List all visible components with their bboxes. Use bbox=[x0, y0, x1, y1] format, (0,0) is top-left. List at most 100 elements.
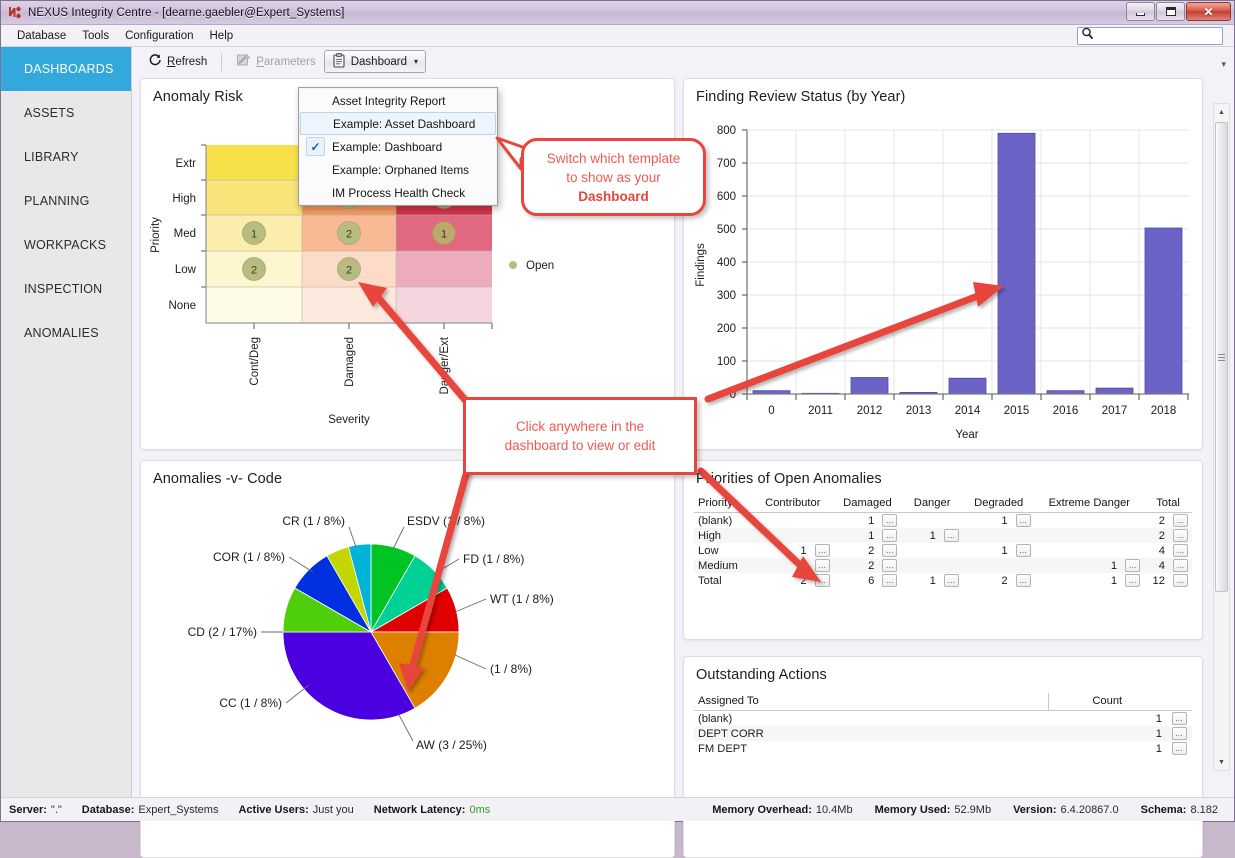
status-schema: Schema: 8.182 bbox=[1141, 804, 1218, 816]
row-detail-button[interactable]: … bbox=[1125, 574, 1141, 587]
sidebar-item-library[interactable]: LIBRARY bbox=[1, 135, 131, 179]
table-row[interactable]: Low 1 … 2 … 1 … 4 … bbox=[694, 543, 1192, 558]
row-detail-button[interactable]: … bbox=[1125, 559, 1141, 572]
sidebar-item-workpacks[interactable]: WORKPACKS bbox=[1, 223, 131, 267]
row-detail-button[interactable]: … bbox=[1173, 544, 1188, 557]
panel-outstanding-actions[interactable]: Outstanding Actions Assigned To Count (b… bbox=[683, 656, 1203, 858]
table-row[interactable]: (blank) 1 … 1 … 2 … bbox=[694, 513, 1192, 529]
toolbar-collapse-icon[interactable]: ▾ bbox=[1221, 59, 1226, 70]
cell-danger bbox=[901, 543, 940, 558]
cell-contributor: 2 bbox=[800, 574, 807, 587]
cell-damaged: 2 bbox=[868, 559, 875, 572]
sidebar-item-inspection[interactable]: INSPECTION bbox=[1, 267, 131, 311]
close-button[interactable]: ✕ bbox=[1186, 2, 1231, 21]
svg-text:Severity: Severity bbox=[328, 414, 370, 426]
row-detail-button[interactable]: … bbox=[814, 574, 830, 587]
window-controls: ✕ bbox=[1126, 2, 1231, 21]
dropdown-item-asset-integrity-report[interactable]: Asset Integrity Report bbox=[300, 89, 496, 112]
row-detail-button[interactable]: … bbox=[882, 529, 898, 542]
row-detail-button[interactable]: … bbox=[814, 559, 830, 572]
row-detail-button[interactable]: … bbox=[1015, 514, 1031, 527]
svg-text:700: 700 bbox=[717, 158, 736, 170]
row-detail-button[interactable]: … bbox=[1173, 514, 1188, 527]
table-row-total[interactable]: Total 2 … 6 … 1 … 2 … 1 … 12 … bbox=[694, 573, 1192, 588]
dropdown-item-label: Example: Asset Dashboard bbox=[333, 116, 476, 131]
svg-text:AW (3 / 25%): AW (3 / 25%) bbox=[416, 738, 487, 752]
row-detail-button[interactable]: … bbox=[882, 574, 898, 587]
row-detail-button[interactable]: … bbox=[1173, 559, 1188, 572]
menu-help[interactable]: Help bbox=[202, 27, 242, 45]
menu-tools[interactable]: Tools bbox=[74, 27, 117, 45]
sidebar-item-anomalies[interactable]: ANOMALIES bbox=[1, 311, 131, 355]
dropdown-item-label: Example: Orphaned Items bbox=[332, 162, 470, 177]
menu-database[interactable]: Database bbox=[9, 27, 74, 45]
row-detail-button[interactable]: … bbox=[943, 574, 959, 587]
scroll-up-icon[interactable]: ▲ bbox=[1214, 104, 1229, 120]
status-active-users: Active Users: Just you bbox=[238, 804, 353, 816]
chevron-down-icon: ▾ bbox=[414, 57, 419, 66]
cell-priority: High bbox=[698, 529, 722, 542]
svg-text:Cont/Deg: Cont/Deg bbox=[249, 337, 261, 386]
dashboard-dropdown-button[interactable]: Dashboard ▾ bbox=[323, 50, 427, 73]
maximize-button[interactable] bbox=[1156, 2, 1185, 21]
title-bar: NEXUS Integrity Centre - [dearne.gaebler… bbox=[1, 1, 1234, 25]
cell-damaged: 6 bbox=[868, 574, 875, 587]
vertical-scrollbar[interactable]: ▲ ▼ bbox=[1213, 103, 1230, 771]
sidebar-item-dashboards[interactable]: DASHBOARDS bbox=[1, 47, 131, 91]
status-mem-overhead-value: 10.4Mb bbox=[815, 803, 853, 816]
row-detail-button[interactable]: … bbox=[814, 544, 830, 557]
scrollbar-thumb[interactable] bbox=[1215, 122, 1228, 592]
sidebar-item-label: DASHBOARDS bbox=[24, 62, 114, 76]
panel-priorities[interactable]: Priorities of Open Anomalies Priority Co… bbox=[683, 460, 1203, 640]
row-detail-button[interactable]: … bbox=[943, 529, 959, 542]
row-detail-button[interactable]: … bbox=[1015, 574, 1031, 587]
svg-text:2011: 2011 bbox=[808, 405, 833, 417]
sidebar-item-label: WORKPACKS bbox=[24, 238, 107, 252]
row-detail-button[interactable]: … bbox=[882, 514, 898, 527]
search-input[interactable] bbox=[1097, 29, 1222, 43]
row-detail-button[interactable]: … bbox=[882, 544, 898, 557]
table-header-row: Priority Contributor Damaged Danger Degr… bbox=[694, 495, 1192, 513]
dropdown-item-im-process-health-check[interactable]: IM Process Health Check bbox=[300, 181, 496, 204]
row-detail-button[interactable]: … bbox=[1173, 574, 1188, 587]
table-row[interactable]: DEPT CORR 1 … bbox=[694, 726, 1192, 741]
row-detail-button[interactable]: … bbox=[1171, 742, 1187, 755]
col-danger: Danger bbox=[901, 495, 963, 513]
sidebar-item-planning[interactable]: PLANNING bbox=[1, 179, 131, 223]
row-detail-button[interactable]: … bbox=[1173, 529, 1188, 542]
parameters-button[interactable]: Parameters bbox=[228, 50, 323, 73]
cell-priority: (blank) bbox=[698, 514, 733, 527]
status-server-value: "." bbox=[50, 803, 62, 816]
menu-configuration[interactable]: Configuration bbox=[117, 27, 201, 45]
row-detail-button[interactable]: … bbox=[1015, 544, 1031, 557]
table-row[interactable]: (blank) 1 … bbox=[694, 711, 1192, 727]
cell-danger: 1 bbox=[929, 574, 936, 587]
dropdown-item-example-asset-dashboard[interactable]: Example: Asset Dashboard bbox=[300, 112, 496, 135]
dropdown-item-example-orphaned-items[interactable]: Example: Orphaned Items bbox=[300, 158, 496, 181]
col-assigned-to: Assigned To bbox=[694, 693, 1049, 711]
search-box[interactable] bbox=[1077, 27, 1223, 45]
table-row[interactable]: Medium 1 … 2 … 1 … 4 … bbox=[694, 558, 1192, 573]
scroll-down-icon[interactable]: ▼ bbox=[1214, 754, 1229, 770]
refresh-icon bbox=[148, 53, 162, 70]
dropdown-item-example-dashboard[interactable]: ✓ Example: Dashboard bbox=[300, 135, 496, 158]
panel-finding-review[interactable]: Finding Review Status (by Year) 800 700 … bbox=[683, 78, 1203, 450]
svg-text:None: None bbox=[169, 300, 197, 312]
table-row[interactable]: High 1 … 1 … 2 … bbox=[694, 528, 1192, 543]
refresh-button[interactable]: Refresh bbox=[140, 50, 215, 73]
svg-text:2: 2 bbox=[346, 229, 352, 241]
dashboard-toolbar: Refresh Parameters Dashboard ▾ ▾ bbox=[132, 47, 1234, 76]
application-window: NEXUS Integrity Centre - [dearne.gaebler… bbox=[0, 0, 1235, 858]
col-total: Total bbox=[1144, 495, 1192, 513]
cell-extreme-danger: 1 bbox=[1110, 574, 1118, 587]
row-detail-button[interactable]: … bbox=[1171, 712, 1187, 725]
row-detail-button[interactable]: … bbox=[1171, 727, 1187, 740]
status-database: Database: Expert_Systems bbox=[82, 804, 219, 816]
minimize-button[interactable] bbox=[1126, 2, 1155, 21]
sidebar-item-assets[interactable]: ASSETS bbox=[1, 91, 131, 135]
callout-line-3: Dashboard bbox=[578, 188, 649, 204]
table-row[interactable]: FM DEPT 1 … bbox=[694, 741, 1192, 756]
row-detail-button[interactable]: … bbox=[882, 559, 898, 572]
svg-text:800: 800 bbox=[717, 125, 736, 137]
dashboard-template-dropdown[interactable]: Asset Integrity Report Example: Asset Da… bbox=[298, 87, 498, 206]
